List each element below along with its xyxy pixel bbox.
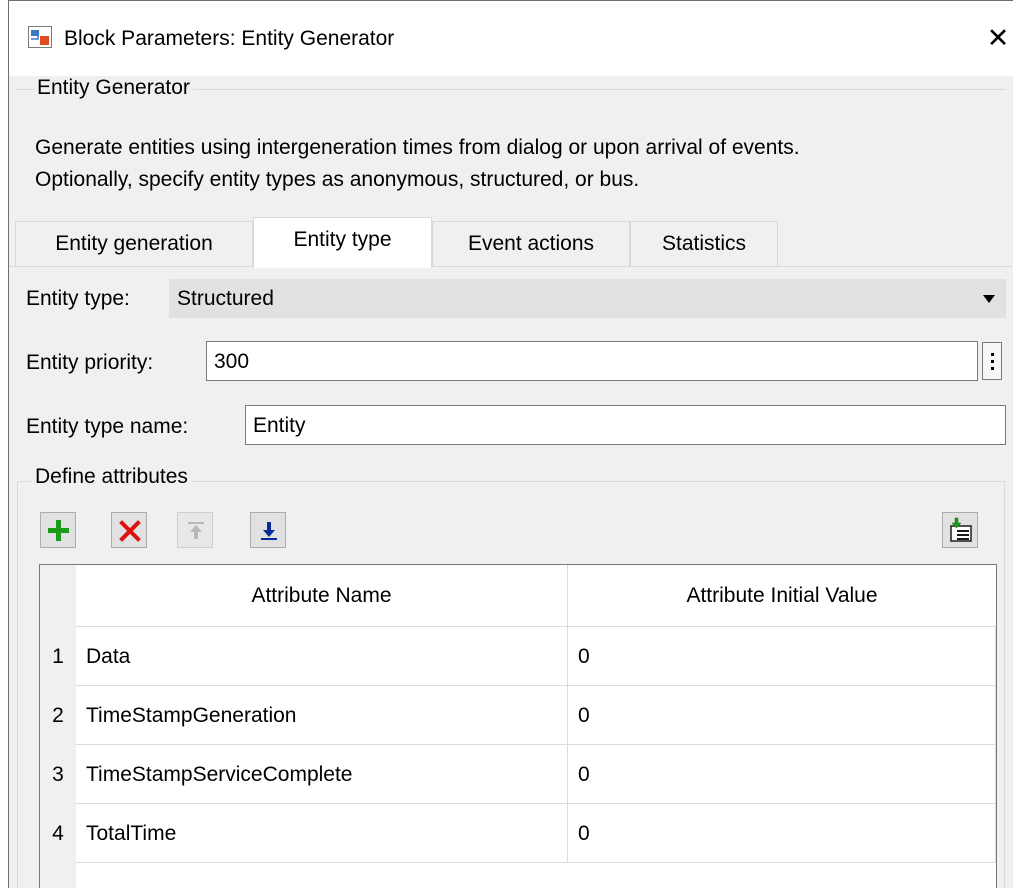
table-header: Attribute Name Attribute Initial Value [76, 565, 996, 627]
row-number: 4 [40, 804, 76, 863]
attribute-value-cell[interactable]: 0 [568, 745, 996, 804]
define-attributes-title: Define attributes [31, 465, 192, 489]
more-options-button[interactable] [982, 342, 1002, 380]
entity-type-dropdown[interactable]: Structured [169, 279, 1006, 318]
move-up-button[interactable] [177, 512, 213, 548]
row-number: 2 [40, 686, 76, 745]
arrow-up-icon [188, 522, 204, 539]
attribute-name-cell[interactable]: Data [76, 627, 568, 686]
title-bar: Block Parameters: Entity Generator ✕ [9, 1, 1013, 76]
column-header-attribute-name[interactable]: Attribute Name [76, 565, 567, 627]
simulink-block-icon [28, 26, 52, 48]
entity-priority-field[interactable]: 300 [206, 341, 978, 381]
description-line-1: Generate entities using intergeneration … [35, 136, 800, 159]
attribute-value-cell[interactable]: 0 [568, 686, 996, 745]
arrow-down-icon [261, 522, 277, 540]
entity-type-name-field[interactable]: Entity [245, 405, 1006, 445]
add-attribute-button[interactable] [40, 512, 76, 548]
block-description-group: Entity Generator Generate entities using… [16, 76, 1006, 202]
attribute-name-cell[interactable]: TotalTime [76, 804, 568, 863]
entity-type-label: Entity type: [26, 287, 130, 310]
table-row[interactable]: 4 TotalTime 0 [40, 804, 996, 863]
table-row[interactable]: 1 Data 0 [40, 627, 996, 686]
x-icon [119, 520, 141, 542]
tab-bar: Entity generation Entity type Event acti… [9, 217, 1013, 268]
attribute-name-cell[interactable]: TimeStampGeneration [76, 686, 568, 745]
entity-type-panel: Entity type: Structured Entity priority:… [9, 266, 1013, 888]
close-icon: ✕ [986, 23, 1010, 53]
tab-event-actions[interactable]: Event actions [432, 221, 630, 267]
window-title: Block Parameters: Entity Generator [64, 27, 395, 50]
tab-entity-generation[interactable]: Entity generation [15, 221, 253, 267]
close-button[interactable]: ✕ [984, 21, 1012, 55]
tab-entity-type[interactable]: Entity type [253, 217, 432, 268]
block-description-text: Generate entities using intergeneration … [35, 132, 1010, 196]
row-number: 1 [40, 627, 76, 686]
entity-priority-label: Entity priority: [26, 351, 154, 374]
dialog-content: Entity Generator Generate entities using… [9, 76, 1013, 888]
dropdown-arrow-icon [983, 295, 995, 303]
block-description-title: Entity Generator [34, 76, 193, 100]
block-parameters-dialog: Block Parameters: Entity Generator ✕ Ent… [8, 0, 1013, 888]
description-line-2: Optionally, specify entity types as anon… [35, 168, 640, 191]
entity-type-selected: Structured [177, 287, 274, 310]
export-attributes-button[interactable] [942, 512, 978, 548]
column-header-attribute-initial-value[interactable]: Attribute Initial Value [568, 565, 996, 627]
table-row[interactable]: 2 TimeStampGeneration 0 [40, 686, 996, 745]
attribute-value-cell[interactable]: 0 [568, 627, 996, 686]
entity-type-name-value: Entity [253, 414, 306, 437]
export-icon [950, 517, 972, 542]
row-number: 3 [40, 745, 76, 804]
entity-type-name-label: Entity type name: [26, 415, 189, 438]
attribute-name-cell[interactable]: TimeStampServiceComplete [76, 745, 568, 804]
attribute-value-cell[interactable]: 0 [568, 804, 996, 863]
table-row[interactable]: 3 TimeStampServiceComplete 0 [40, 745, 996, 804]
entity-priority-value: 300 [214, 350, 250, 373]
move-down-button[interactable] [250, 512, 286, 548]
attributes-table: Attribute Name Attribute Initial Value 1… [39, 564, 997, 888]
tab-statistics[interactable]: Statistics [630, 221, 778, 267]
plus-icon [48, 520, 69, 541]
delete-attribute-button[interactable] [111, 512, 147, 548]
